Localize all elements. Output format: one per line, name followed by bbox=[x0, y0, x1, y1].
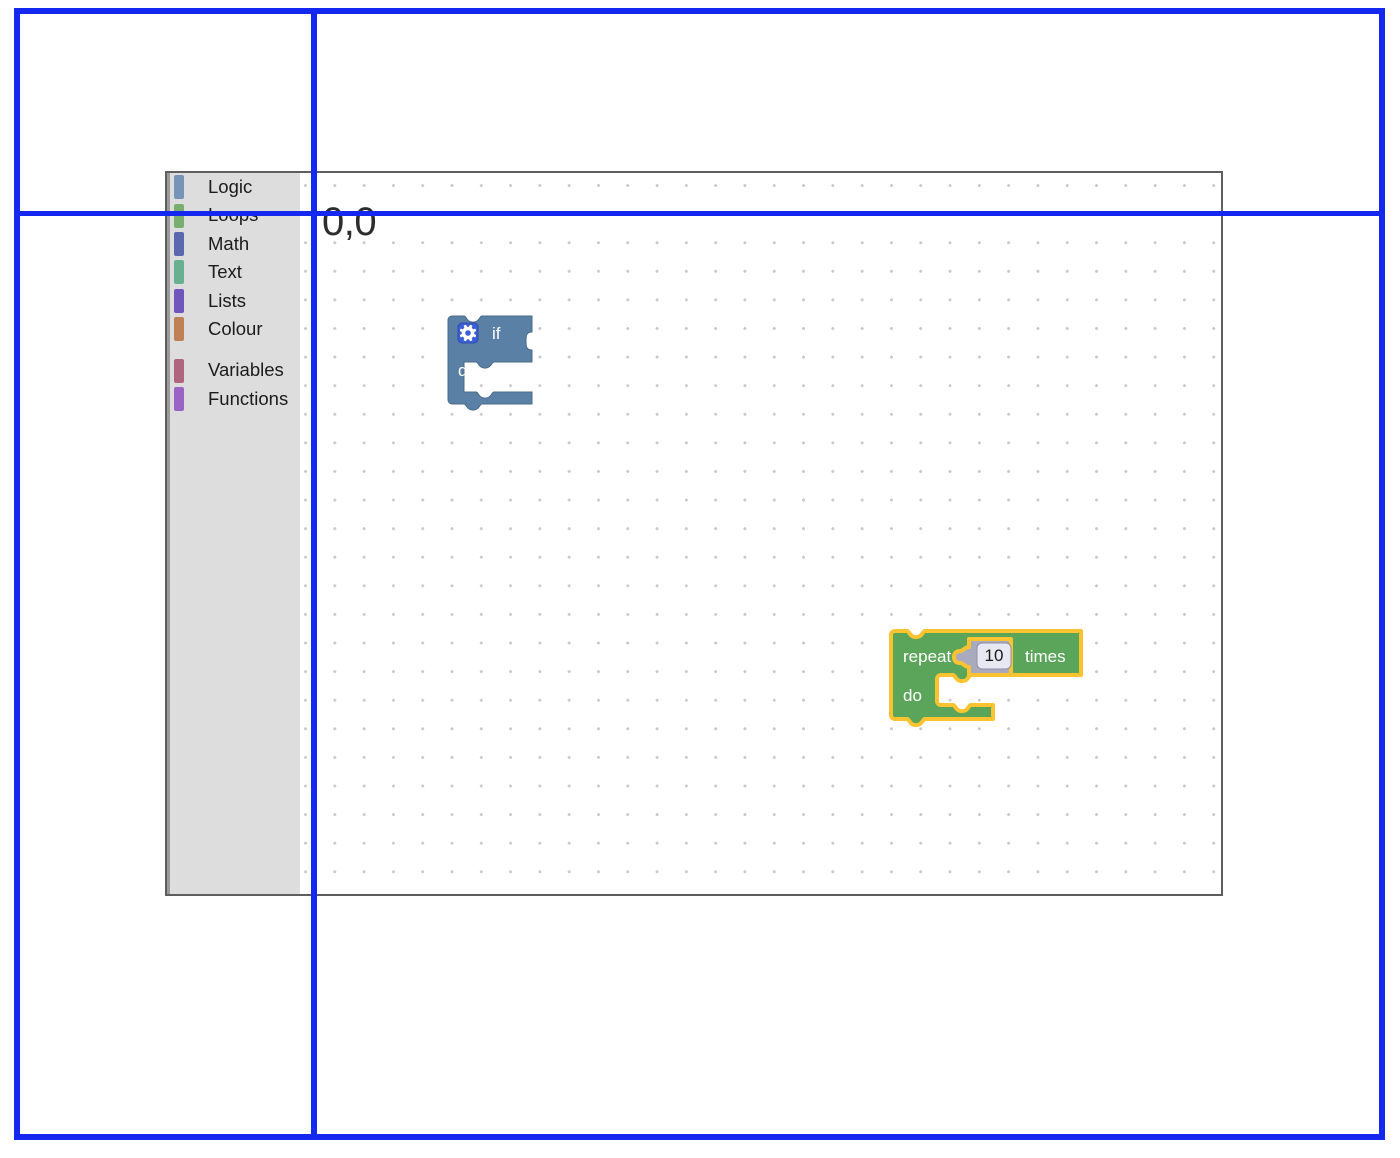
colour-colour-swatch bbox=[174, 317, 184, 342]
sidebar-item-math[interactable]: Math bbox=[170, 230, 300, 258]
sidebar-item-label: Colour bbox=[208, 317, 263, 339]
sidebar-item-label: Functions bbox=[208, 387, 289, 409]
if-block-do-label: do bbox=[458, 361, 477, 380]
sidebar-item-label: Math bbox=[208, 232, 250, 254]
repeat-block-shape[interactable]: repeat 10 times do bbox=[889, 629, 1099, 728]
if-block-shape[interactable]: if do bbox=[447, 315, 548, 411]
sidebar-item-label: Logic bbox=[208, 175, 253, 197]
sidebar-item-variables[interactable]: Variables bbox=[170, 356, 300, 384]
if-block-if-label: if bbox=[492, 324, 501, 343]
math-colour-swatch bbox=[174, 231, 184, 256]
repeat-block-repeat-label: repeat bbox=[903, 647, 951, 666]
text-colour-swatch bbox=[174, 260, 184, 285]
blockly-editor[interactable]: Logic Loops Math Text Lists Colour Varia… bbox=[165, 171, 1223, 896]
repeat-block-do-label: do bbox=[903, 686, 922, 705]
blockly-toolbox[interactable]: Logic Loops Math Text Lists Colour Varia… bbox=[167, 173, 300, 894]
sidebar-item-label: Text bbox=[208, 261, 242, 283]
repeat-block-times-label: times bbox=[1025, 647, 1066, 666]
overlay-crosshair-vertical bbox=[311, 11, 317, 1138]
sidebar-item-functions[interactable]: Functions bbox=[170, 385, 300, 413]
sidebar-item-lists[interactable]: Lists bbox=[170, 287, 300, 315]
sidebar-item-label: Lists bbox=[208, 289, 247, 311]
logic-colour-swatch bbox=[174, 175, 184, 200]
toolbox-separator bbox=[170, 343, 300, 356]
gear-icon bbox=[457, 322, 479, 344]
repeat-count-value: 10 bbox=[985, 646, 1004, 665]
variables-colour-swatch bbox=[174, 358, 184, 383]
lists-colour-swatch bbox=[174, 288, 184, 313]
sidebar-item-label: Variables bbox=[208, 359, 284, 381]
overlay-crosshair-horizontal bbox=[17, 211, 1382, 216]
sidebar-item-colour[interactable]: Colour bbox=[170, 315, 300, 343]
sidebar-item-text[interactable]: Text bbox=[170, 258, 300, 286]
repeat-block[interactable]: repeat 10 times do bbox=[889, 629, 1099, 728]
if-block[interactable]: if do bbox=[447, 315, 548, 411]
workspace-origin-label: 0,0 bbox=[322, 200, 377, 244]
blockly-workspace-canvas[interactable]: 0,0 if do repeat 10 times do bbox=[300, 173, 1221, 894]
sidebar-item-logic[interactable]: Logic bbox=[170, 173, 300, 201]
functions-colour-swatch bbox=[174, 386, 184, 411]
